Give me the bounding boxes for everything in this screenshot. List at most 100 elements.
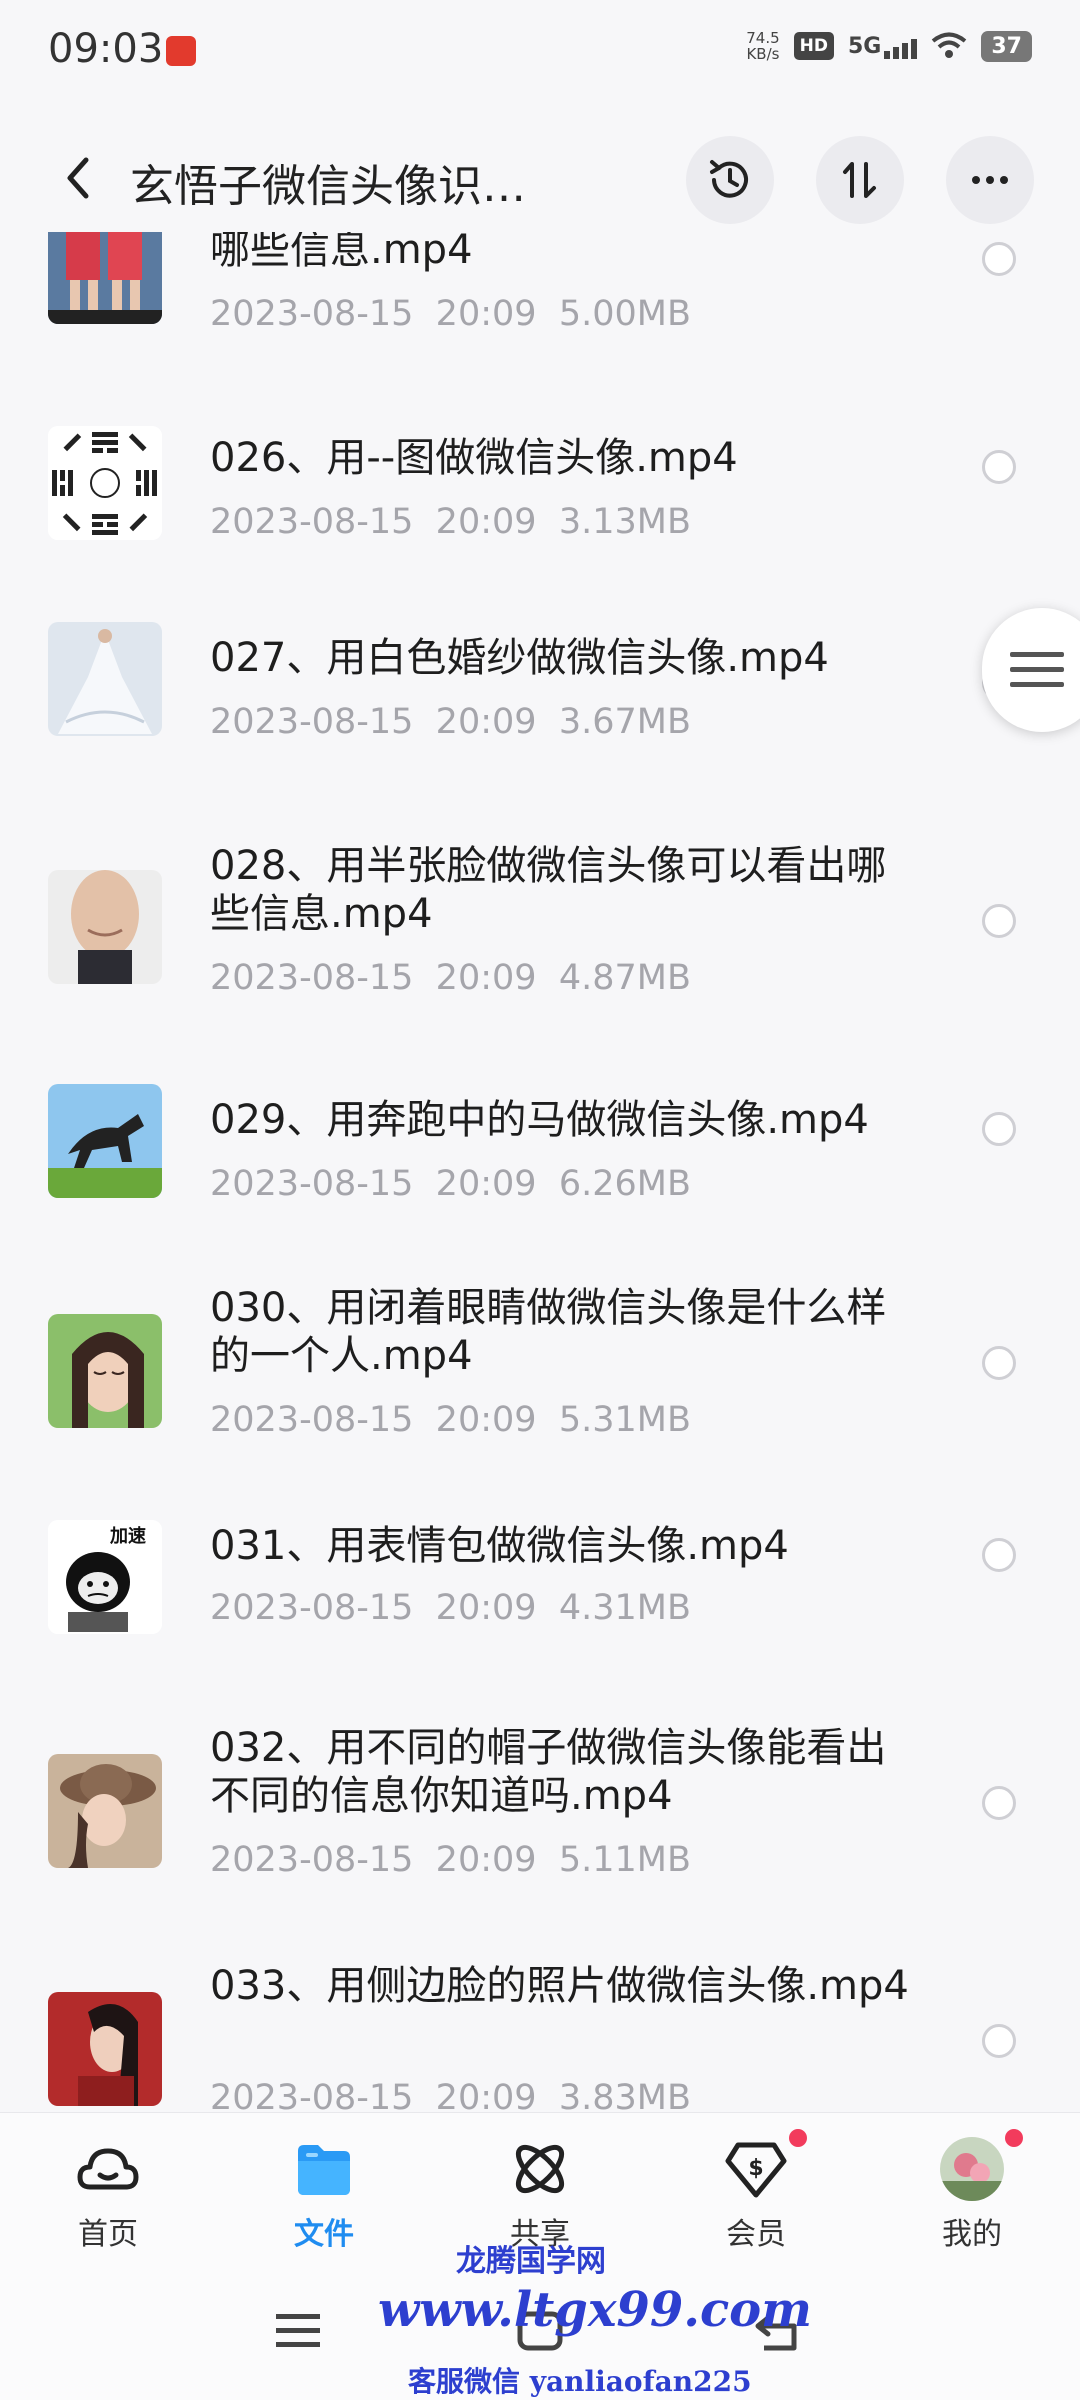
file-row[interactable]: 哪些信息.mp4 2023-08-15 20:09 5.00MB — [0, 232, 1080, 366]
file-name: 031、用表情包做微信头像.mp4 — [210, 1523, 789, 1569]
file-size: 5.00MB — [558, 294, 691, 334]
file-thumbnail — [48, 870, 162, 984]
file-date: 2023-08-15 — [210, 1164, 414, 1204]
file-date: 2023-08-15 — [210, 958, 414, 998]
select-radio[interactable] — [982, 1538, 1016, 1572]
tab-home[interactable]: 首页 — [33, 2113, 183, 2263]
file-list: 哪些信息.mp4 2023-08-15 20:09 5.00MB 026、用--… — [0, 232, 1080, 2112]
file-name: 030、用闭着眼睛做微信头像是什么样的一个人.mp4 — [210, 1285, 887, 1379]
network-type: 5G — [848, 33, 882, 59]
file-meta: 2023-08-15 20:09 4.31MB — [210, 1588, 691, 1628]
signal-icon: 5G — [848, 33, 918, 59]
tab-label: 我的 — [942, 2217, 1002, 2252]
select-radio[interactable] — [982, 450, 1016, 484]
history-icon — [710, 160, 748, 198]
net-speed-value: 74.5 — [746, 29, 780, 47]
file-time: 20:09 — [435, 958, 537, 998]
tab-me[interactable]: 我的 — [897, 2113, 1047, 2263]
file-time: 20:09 — [435, 1400, 537, 1440]
file-thumbnail — [48, 622, 162, 736]
file-thumbnail — [48, 1084, 162, 1198]
file-time: 20:09 — [435, 502, 537, 542]
file-thumbnail — [48, 426, 162, 540]
file-date: 2023-08-15 — [210, 702, 414, 742]
file-meta: 2023-08-15 20:09 5.11MB — [210, 1840, 691, 1880]
file-time: 20:09 — [435, 2078, 537, 2112]
file-name: 027、用白色婚纱做微信头像.mp4 — [210, 635, 829, 681]
tab-member[interactable]: $ 会员 — [681, 2113, 831, 2263]
select-radio[interactable] — [982, 1346, 1016, 1380]
sort-button[interactable] — [816, 136, 904, 224]
atom-share-icon — [515, 2144, 565, 2194]
status-time: 09:03 — [48, 26, 164, 72]
file-size: 3.83MB — [558, 2078, 691, 2112]
file-name: 哪些信息.mp4 — [210, 232, 473, 273]
folder-icon — [298, 2145, 350, 2195]
file-row[interactable]: 027、用白色婚纱做微信头像.mp4 2023-08-15 20:09 3.67… — [0, 570, 1080, 774]
file-size: 4.87MB — [558, 958, 691, 998]
file-meta: 2023-08-15 20:09 4.87MB — [210, 958, 691, 998]
file-date: 2023-08-15 — [210, 1840, 414, 1880]
watermark-url: www.ltgx99.com — [378, 2282, 812, 2338]
tab-label: 文件 — [294, 2217, 354, 2252]
select-radio[interactable] — [982, 904, 1016, 938]
history-button[interactable] — [686, 136, 774, 224]
file-row[interactable]: 026、用--图做微信头像.mp4 2023-08-15 20:09 3.13M… — [0, 366, 1080, 570]
tab-files[interactable]: 文件 — [249, 2113, 399, 2263]
status-bar: 09:03 74.5 KB/s HD 5G 37 — [0, 0, 1080, 100]
wifi-icon — [932, 32, 967, 58]
file-date: 2023-08-15 — [210, 1588, 414, 1628]
app-notification-icon — [166, 36, 196, 66]
file-date: 2023-08-15 — [210, 2078, 414, 2112]
watermark-title: 龙腾国学网 — [456, 2244, 606, 2279]
file-size: 6.26MB — [558, 1164, 691, 1204]
file-name: 026、用--图做微信头像.mp4 — [210, 435, 738, 481]
header: 玄悟子微信头像识… — [0, 128, 1080, 228]
select-radio[interactable] — [982, 1786, 1016, 1820]
hd-icon: HD — [793, 32, 834, 60]
more-icon — [972, 176, 1008, 184]
svg-text:$: $ — [748, 2156, 763, 2181]
file-date: 2023-08-15 — [210, 502, 414, 542]
file-row[interactable]: 030、用闭着眼睛做微信头像是什么样的一个人.mp4 2023-08-15 20… — [0, 1216, 1080, 1452]
select-radio[interactable] — [982, 2024, 1016, 2058]
menu-key-icon[interactable] — [270, 2306, 330, 2356]
file-name: 033、用侧边脸的照片做微信头像.mp4 — [210, 1963, 909, 2009]
file-row[interactable]: 032、用不同的帽子做微信头像能看出不同的信息你知道吗.mp4 2023-08-… — [0, 1656, 1080, 1894]
net-speed-unit: KB/s — [746, 45, 780, 63]
file-thumbnail: 加速 — [48, 1520, 162, 1634]
select-radio[interactable] — [982, 1112, 1016, 1146]
file-meta: 2023-08-15 20:09 5.00MB — [210, 294, 691, 334]
file-meta: 2023-08-15 20:09 3.83MB — [210, 2078, 691, 2112]
select-radio[interactable] — [982, 242, 1016, 276]
back-icon[interactable] — [50, 148, 110, 208]
file-row[interactable]: 加速 031、用表情包做微信头像.mp4 2023-08-15 20:09 4.… — [0, 1452, 1080, 1656]
avatar — [940, 2137, 1004, 2201]
file-size: 3.67MB — [558, 702, 691, 742]
tab-label: 首页 — [78, 2217, 138, 2252]
file-meta: 2023-08-15 20:09 3.67MB — [210, 702, 691, 742]
sort-icon — [843, 162, 876, 198]
file-row[interactable]: 029、用奔跑中的马做微信头像.mp4 2023-08-15 20:09 6.2… — [0, 1012, 1080, 1216]
file-row[interactable]: 033、用侧边脸的照片做微信头像.mp4 2023-08-15 20:09 3.… — [0, 1894, 1080, 2112]
home-cloud-icon — [77, 2148, 139, 2190]
file-size: 5.11MB — [558, 1840, 691, 1880]
file-size: 5.31MB — [558, 1400, 691, 1440]
status-icons: 74.5 KB/s HD 5G 37 — [746, 30, 1032, 62]
member-diamond-icon: $ — [725, 2142, 787, 2198]
watermark-contact: 客服微信 yanliaofan225 — [408, 2365, 752, 2398]
more-button[interactable] — [946, 136, 1034, 224]
file-thumbnail — [48, 1992, 162, 2106]
file-size: 3.13MB — [558, 502, 691, 542]
file-name: 028、用半张脸做微信头像可以看出哪些信息.mp4 — [210, 843, 887, 937]
file-time: 20:09 — [435, 294, 537, 334]
file-time: 20:09 — [435, 702, 537, 742]
badge-dot — [789, 2129, 807, 2147]
thumb-caption: 加速 — [109, 1525, 146, 1547]
file-time: 20:09 — [435, 1840, 537, 1880]
file-name: 032、用不同的帽子做微信头像能看出不同的信息你知道吗.mp4 — [210, 1725, 887, 1819]
file-meta: 2023-08-15 20:09 3.13MB — [210, 502, 691, 542]
file-row[interactable]: 028、用半张脸做微信头像可以看出哪些信息.mp4 2023-08-15 20:… — [0, 774, 1080, 1012]
menu-lines-icon — [1010, 652, 1064, 687]
file-thumbnail — [48, 1314, 162, 1428]
